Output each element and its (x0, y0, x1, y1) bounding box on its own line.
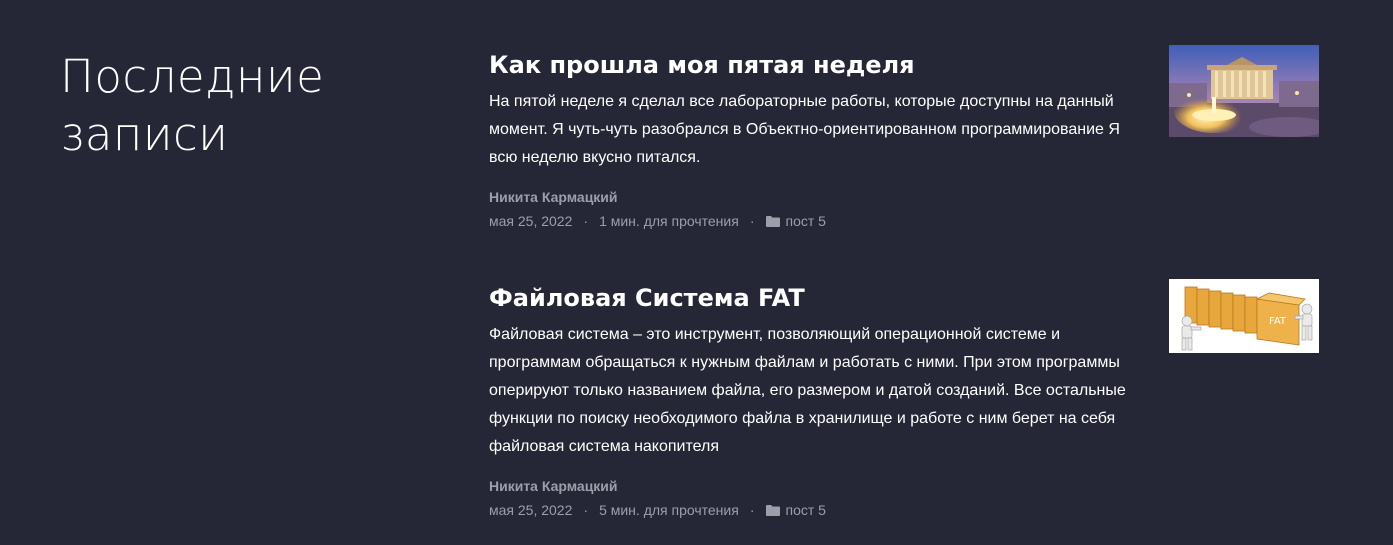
meta-separator: · (749, 502, 755, 518)
post-card: Как прошла моя пятая неделя На пятой нед… (489, 45, 1319, 230)
meta-separator: · (749, 213, 755, 229)
post-excerpt: На пятой неделе я сделал все лабораторны… (489, 93, 1120, 166)
post-title-link[interactable]: Как прошла моя пятая неделя (489, 48, 1149, 82)
post-author-link[interactable]: Никита Кармацкий (489, 477, 1149, 495)
post-category-link[interactable]: пост 5 (786, 501, 826, 519)
post-card: Файловая Система FAT Файловая система – … (489, 279, 1319, 519)
post-title-link[interactable]: Файловая Система FAT (489, 281, 1149, 315)
post-read-time: 1 мин. для прочтения (599, 213, 739, 229)
folder-icon (765, 504, 780, 516)
post-date: мая 25, 2022 (489, 502, 573, 518)
post-meta: мая 25, 2022 · 5 мин. для прочтения · по… (489, 501, 1149, 519)
post-author-link[interactable]: Никита Кармацкий (489, 188, 1149, 206)
post-content: Файловая Система FAT Файловая система – … (489, 281, 1149, 519)
post-thumbnail[interactable] (1169, 45, 1319, 137)
post-meta: мая 25, 2022 · 1 мин. для прочтения · по… (489, 212, 1149, 230)
post-read-time: 5 мин. для прочтения (599, 502, 739, 518)
post-category-link[interactable]: пост 5 (786, 212, 826, 230)
post-excerpt: Файловая система – это инструмент, позво… (489, 326, 1126, 455)
section-title: Последние записи (60, 50, 325, 161)
post-thumbnail[interactable]: FAT (1169, 279, 1319, 353)
post-content: Как прошла моя пятая неделя На пятой нед… (489, 48, 1149, 230)
thumbnail-fat-label: FAT (1269, 316, 1287, 327)
meta-separator: · (583, 502, 589, 518)
post-date: мая 25, 2022 (489, 213, 573, 229)
meta-separator: · (583, 213, 589, 229)
folder-icon (765, 215, 780, 227)
